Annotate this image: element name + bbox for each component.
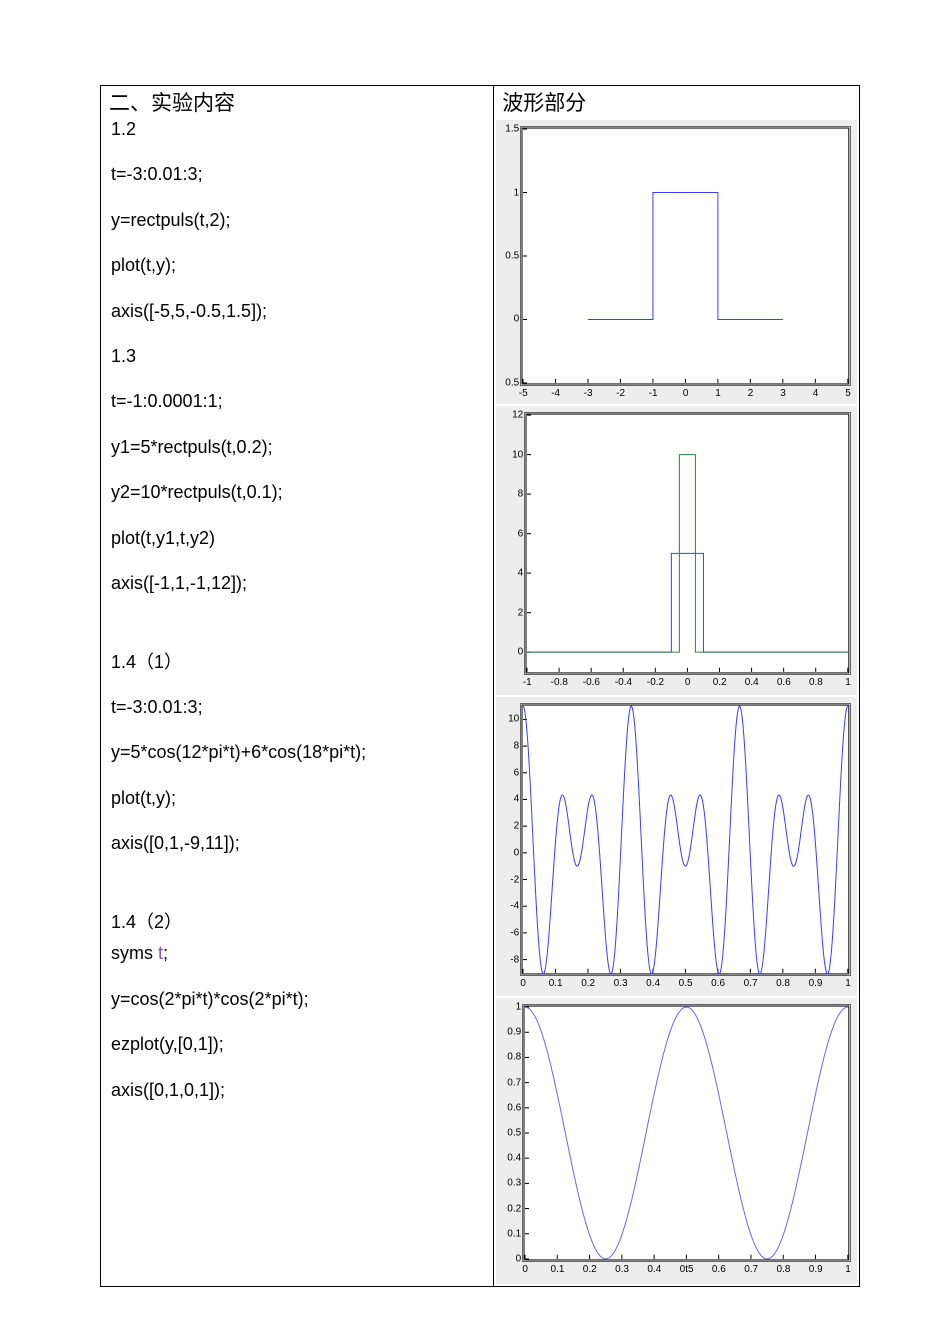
- plot-3: 00.10.20.30.40.50.60.70.80.91-8-6-4-2024…: [520, 703, 851, 976]
- document-page: 二、实验内容 1.2 t=-3:0.01:3; y=rectpuls(t,2);…: [0, 0, 945, 1337]
- plot-column: 波形部分 -5-4-3-2-10123450.500.511.5: [494, 86, 860, 1287]
- section-1-4-2: 1.4（2）: [111, 911, 483, 934]
- syms-keyword: syms: [111, 943, 158, 963]
- code-line: y=cos(2*pi*t)*cos(2*pi*t);: [111, 988, 483, 1011]
- code-line: plot(t,y);: [111, 787, 483, 810]
- content-table: 二、实验内容 1.2 t=-3:0.01:3; y=rectpuls(t,2);…: [100, 85, 860, 1287]
- code-content: 1.2 t=-3:0.01:3; y=rectpuls(t,2); plot(t…: [101, 118, 493, 1134]
- semicolon: ;: [163, 943, 168, 963]
- plot-3-svg: [521, 704, 850, 975]
- plot-2-wrap: -1-0.8-0.6-0.4-0.200.20.40.60.8102468101…: [496, 406, 857, 695]
- code-line: t=-3:0.01:3;: [111, 696, 483, 719]
- section-1-3: 1.3: [111, 345, 483, 368]
- code-line: axis([0,1,0,1]);: [111, 1079, 483, 1102]
- plot-4: t 00.10.20.30.40.50.60.70.80.9100.10.20.…: [522, 1004, 851, 1262]
- plot-2: -1-0.8-0.6-0.4-0.200.20.40.60.8102468101…: [524, 412, 851, 675]
- section-1-2: 1.2: [111, 118, 483, 141]
- plot-2-svg: [525, 413, 850, 674]
- code-column: 二、实验内容 1.2 t=-3:0.01:3; y=rectpuls(t,2);…: [101, 86, 494, 1287]
- code-line: axis([-5,5,-0.5,1.5]);: [111, 300, 483, 323]
- code-line: plot(t,y1,t,y2): [111, 527, 483, 550]
- right-header: 波形部分: [494, 86, 859, 118]
- code-line: plot(t,y);: [111, 254, 483, 277]
- left-header: 二、实验内容: [101, 86, 493, 118]
- code-line: y=rectpuls(t,2);: [111, 209, 483, 232]
- code-line: y2=10*rectpuls(t,0.1);: [111, 481, 483, 504]
- code-line: y=5*cos(12*pi*t)+6*cos(18*pi*t);: [111, 741, 483, 764]
- plot-4-svg: [523, 1005, 850, 1261]
- code-line: ezplot(y,[0,1]);: [111, 1033, 483, 1056]
- plot-1: -5-4-3-2-10123450.500.511.5: [520, 126, 851, 386]
- plot-1-wrap: -5-4-3-2-10123450.500.511.5: [496, 120, 857, 404]
- code-line: axis([0,1,-9,11]);: [111, 832, 483, 855]
- section-1-4-1: 1.4（1）: [111, 651, 483, 674]
- code-line: syms t;: [111, 942, 483, 965]
- plot-4-wrap: t 00.10.20.30.40.50.60.70.80.9100.10.20.…: [496, 998, 857, 1284]
- code-line: t=-3:0.01:3;: [111, 163, 483, 186]
- code-line: axis([-1,1,-1,12]);: [111, 572, 483, 595]
- code-line: y1=5*rectpuls(t,0.2);: [111, 436, 483, 459]
- plot-1-svg: [521, 127, 850, 385]
- code-line: t=-1:0.0001:1;: [111, 390, 483, 413]
- plot-3-wrap: 00.10.20.30.40.50.60.70.80.91-8-6-4-2024…: [496, 697, 857, 996]
